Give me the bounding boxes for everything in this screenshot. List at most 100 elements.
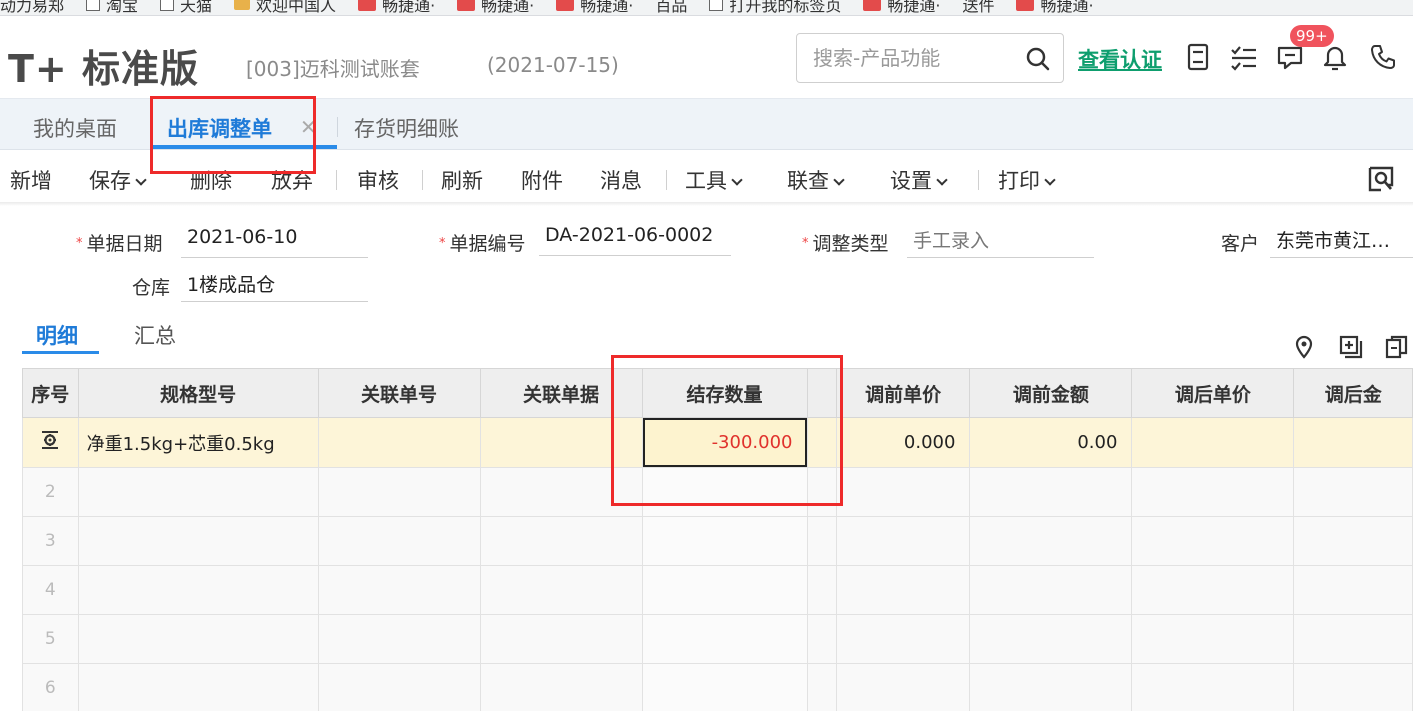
refresh-button[interactable]: 刷新 <box>441 165 483 195</box>
table-cell[interactable] <box>641 565 808 615</box>
table-cell[interactable] <box>317 565 481 615</box>
table-cell[interactable] <box>969 516 1133 566</box>
location-pin-icon[interactable] <box>1291 334 1317 360</box>
table-cell[interactable] <box>479 467 643 517</box>
col-header-linked-doc[interactable]: 关联单据 <box>479 368 643 418</box>
table-row[interactable]: 2 <box>22 467 1413 517</box>
table-cell[interactable] <box>77 516 319 566</box>
table-cell[interactable] <box>1131 467 1295 517</box>
post-price-cell[interactable] <box>1131 417 1295 468</box>
pre-price-cell[interactable]: 0.000 <box>835 417 971 468</box>
scan-icon[interactable] <box>1366 164 1396 194</box>
table-cell[interactable] <box>317 516 481 566</box>
table-cell[interactable] <box>806 467 837 517</box>
checklist-icon[interactable] <box>1229 42 1259 72</box>
table-cell[interactable] <box>1131 516 1295 566</box>
table-cell[interactable] <box>479 516 643 566</box>
table-cell[interactable] <box>969 467 1133 517</box>
table-row[interactable]: 4 <box>22 565 1413 615</box>
table-cell[interactable] <box>835 467 971 517</box>
add-row-icon[interactable] <box>1338 334 1364 360</box>
linked-query-menu[interactable]: 联查 <box>787 165 845 195</box>
table-cell[interactable] <box>1131 614 1295 664</box>
table-cell[interactable] <box>1293 663 1413 711</box>
col-header-blank[interactable] <box>806 368 837 418</box>
col-header-spec[interactable]: 规格型号 <box>77 368 319 418</box>
add-button[interactable]: 新增 <box>10 165 52 195</box>
table-cell[interactable] <box>835 516 971 566</box>
bookmark-item[interactable]: 送件 <box>962 0 994 15</box>
bookmark-item[interactable]: 畅捷通· <box>457 0 534 15</box>
phone-icon[interactable] <box>1368 42 1398 72</box>
table-row[interactable]: 3 <box>22 516 1413 566</box>
tab-summary[interactable]: 汇总 <box>134 320 176 350</box>
table-cell[interactable] <box>806 614 837 664</box>
row-index-cell[interactable]: 2 <box>22 467 79 517</box>
customer-field[interactable]: 东莞市黄江… <box>1270 226 1413 258</box>
bookmark-item[interactable]: 动力易郑 <box>0 0 64 15</box>
row-settings-icon[interactable] <box>39 429 61 451</box>
table-cell[interactable] <box>77 663 319 711</box>
table-cell[interactable] <box>641 663 808 711</box>
table-row[interactable]: 6 <box>22 663 1413 711</box>
table-cell[interactable] <box>77 614 319 664</box>
settings-menu[interactable]: 设置 <box>890 165 948 195</box>
table-cell[interactable] <box>479 565 643 615</box>
row-index-cell[interactable] <box>22 417 79 468</box>
table-cell[interactable] <box>835 663 971 711</box>
table-cell[interactable] <box>317 467 481 517</box>
tab-close-icon[interactable]: ✕ <box>300 115 317 139</box>
tab-outbound-adjustment[interactable]: 出库调整单 <box>167 113 272 143</box>
search-box[interactable] <box>796 33 1064 83</box>
save-button[interactable]: 保存 <box>89 165 147 195</box>
search-input[interactable] <box>797 35 1007 81</box>
col-header-pre-amount[interactable]: 调前金额 <box>969 368 1133 418</box>
bookmark-item[interactable]: 欢迎中国人 <box>234 0 336 15</box>
table-cell[interactable] <box>641 614 808 664</box>
table-cell[interactable] <box>806 565 837 615</box>
bookmark-item[interactable]: 打开我的标签页 <box>709 0 841 15</box>
pre-amount-cell[interactable]: 0.00 <box>969 417 1133 468</box>
discard-button[interactable]: 放弃 <box>271 165 313 195</box>
calculator-icon[interactable] <box>1183 42 1213 72</box>
bookmark-item[interactable]: 畅捷通· <box>1016 0 1094 15</box>
table-cell[interactable] <box>77 565 319 615</box>
table-cell[interactable] <box>835 614 971 664</box>
table-cell[interactable] <box>969 565 1133 615</box>
table-cell[interactable] <box>969 614 1133 664</box>
table-cell[interactable] <box>479 614 643 664</box>
type-field[interactable]: 手工录入 <box>907 226 1094 258</box>
tools-menu[interactable]: 工具 <box>685 165 743 195</box>
post-amount-cell[interactable] <box>1293 417 1413 468</box>
date-field[interactable]: 2021-06-10 <box>181 226 368 258</box>
print-menu[interactable]: 打印 <box>998 165 1056 195</box>
linked-no-cell[interactable] <box>317 417 481 468</box>
stock-qty-cell[interactable]: -300.000 <box>641 417 808 468</box>
table-cell[interactable] <box>835 565 971 615</box>
table-cell[interactable] <box>1293 614 1413 664</box>
table-cell[interactable] <box>479 663 643 711</box>
bookmark-item[interactable]: 畅捷通· <box>358 0 435 15</box>
bookmark-item[interactable]: 畅捷通· <box>863 0 940 15</box>
audit-button[interactable]: 审核 <box>357 165 399 195</box>
col-header-index[interactable]: 序号 <box>22 368 79 418</box>
table-cell[interactable] <box>641 467 808 517</box>
message-button[interactable]: 消息 <box>600 165 642 195</box>
table-cell[interactable] <box>1293 565 1413 615</box>
warehouse-field[interactable]: 1楼成品仓 <box>181 270 368 302</box>
tab-desktop[interactable]: 我的桌面 <box>33 113 117 143</box>
stock-qty-value[interactable]: -300.000 <box>643 418 806 467</box>
table-cell[interactable] <box>1293 467 1413 517</box>
table-cell[interactable] <box>641 516 808 566</box>
tab-inventory-ledger[interactable]: 存货明细账 <box>354 113 459 143</box>
bookmark-item[interactable]: 天猫 <box>160 0 212 15</box>
col-header-post-amount[interactable]: 调后金 <box>1293 368 1413 418</box>
verify-link[interactable]: 查看认证 <box>1078 44 1162 74</box>
delete-button[interactable]: 删除 <box>190 165 232 195</box>
row-index-cell[interactable]: 3 <box>22 516 79 566</box>
linked-doc-cell[interactable] <box>479 417 643 468</box>
table-cell[interactable] <box>1293 516 1413 566</box>
table-cell[interactable] <box>806 516 837 566</box>
spec-cell[interactable]: 净重1.5kg+芯重0.5kg <box>77 417 319 468</box>
table-cell[interactable] <box>317 614 481 664</box>
